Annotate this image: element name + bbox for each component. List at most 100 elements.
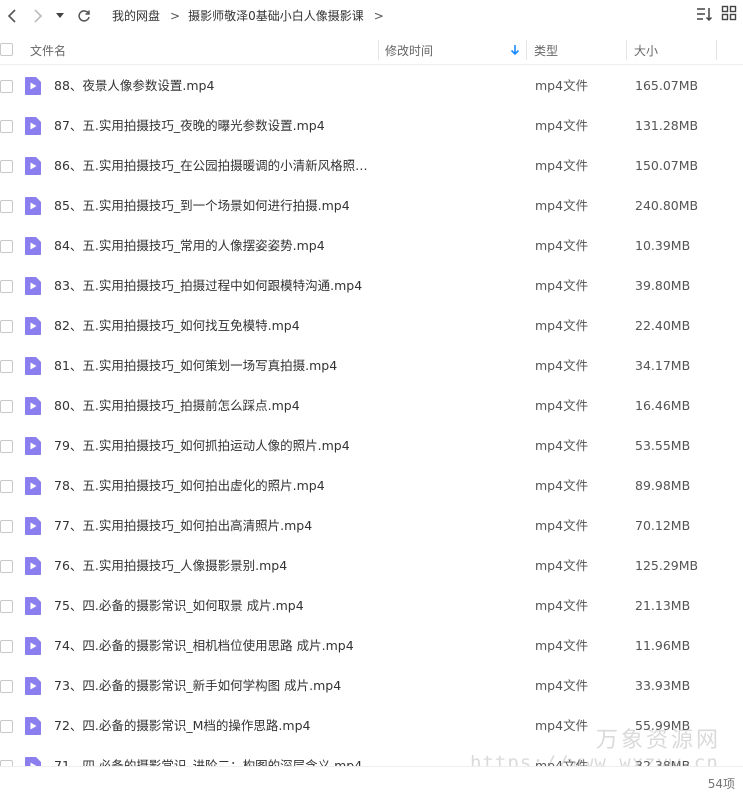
- file-row[interactable]: 87、五.实用拍摄技巧_夜晚的曝光参数设置.mp4 mp4文件 131.28MB: [0, 106, 743, 146]
- breadcrumb-item-current[interactable]: 摄影师敬泽0基础小白人像摄影课: [188, 7, 364, 24]
- row-checkbox[interactable]: [0, 280, 13, 293]
- row-checkbox[interactable]: [0, 640, 13, 653]
- file-row[interactable]: 74、四.必备的摄影常识_相机档位使用思路 成片.mp4 mp4文件 11.96MB: [0, 626, 743, 666]
- file-size: 165.07MB: [635, 78, 699, 93]
- chevron-left-icon: [7, 9, 16, 23]
- file-name[interactable]: 86、五.实用拍摄技巧_在公园拍摄暖调的小清新风格照片....: [54, 146, 374, 186]
- video-file-icon: [25, 717, 41, 735]
- file-name[interactable]: 83、五.实用拍摄技巧_拍摄过程中如何跟模特沟通.mp4: [54, 266, 374, 306]
- grid-view-button[interactable]: [721, 5, 737, 26]
- file-row[interactable]: 76、五.实用拍摄技巧_人像摄影景别.mp4 mp4文件 125.29MB: [0, 546, 743, 586]
- video-file-icon: [25, 77, 41, 95]
- row-checkbox[interactable]: [0, 80, 13, 93]
- row-checkbox[interactable]: [0, 440, 13, 453]
- file-row[interactable]: 77、五.实用拍摄技巧_如何拍出高清照片.mp4 mp4文件 70.12MB: [0, 506, 743, 546]
- row-checkbox[interactable]: [0, 160, 13, 173]
- file-type: mp4文件: [535, 718, 589, 733]
- file-row[interactable]: 78、五.实用拍摄技巧_如何拍出虚化的照片.mp4 mp4文件 89.98MB: [0, 466, 743, 506]
- video-file-icon: [25, 437, 41, 455]
- video-file-icon: [25, 357, 41, 375]
- row-checkbox[interactable]: [0, 120, 13, 133]
- video-file-icon: [25, 637, 41, 655]
- file-type: mp4文件: [535, 438, 589, 453]
- file-type: mp4文件: [535, 678, 589, 693]
- row-checkbox[interactable]: [0, 680, 13, 693]
- file-size: 53.55MB: [635, 438, 691, 453]
- file-name[interactable]: 76、五.实用拍摄技巧_人像摄影景别.mp4: [54, 546, 374, 586]
- video-file-icon: [25, 237, 41, 255]
- sort-order-button[interactable]: [695, 5, 713, 26]
- file-row[interactable]: 75、四.必备的摄影常识_如何取景 成片.mp4 mp4文件 21.13MB: [0, 586, 743, 626]
- video-file-icon: [25, 157, 41, 175]
- file-name[interactable]: 74、四.必备的摄影常识_相机档位使用思路 成片.mp4: [54, 626, 374, 666]
- file-row[interactable]: 86、五.实用拍摄技巧_在公园拍摄暖调的小清新风格照片.... mp4文件 150.…: [0, 146, 743, 186]
- file-row[interactable]: 82、五.实用拍摄技巧_如何找互免模特.mp4 mp4文件 22.40MB: [0, 306, 743, 346]
- history-dropdown-button[interactable]: [52, 4, 68, 28]
- row-checkbox[interactable]: [0, 360, 13, 373]
- file-row[interactable]: 79、五.实用拍摄技巧_如何抓拍运动人像的照片.mp4 mp4文件 53.55MB: [0, 426, 743, 466]
- video-file-icon: [25, 597, 41, 615]
- column-divider[interactable]: [626, 40, 627, 60]
- file-row[interactable]: 80、五.实用拍摄技巧_拍摄前怎么踩点.mp4 mp4文件 16.46MB: [0, 386, 743, 426]
- file-name[interactable]: 87、五.实用拍摄技巧_夜晚的曝光参数设置.mp4: [54, 106, 374, 146]
- file-type: mp4文件: [535, 158, 589, 173]
- file-name[interactable]: 72、四.必备的摄影常识_M档的操作思路.mp4: [54, 706, 374, 746]
- file-row[interactable]: 84、五.实用拍摄技巧_常用的人像摆姿姿势.mp4 mp4文件 10.39MB: [0, 226, 743, 266]
- column-header-name[interactable]: 文件名: [30, 35, 66, 65]
- file-size: 131.28MB: [635, 118, 699, 133]
- file-name[interactable]: 75、四.必备的摄影常识_如何取景 成片.mp4: [54, 586, 374, 626]
- file-row[interactable]: 81、五.实用拍摄技巧_如何策划一场写真拍摄.mp4 mp4文件 34.17MB: [0, 346, 743, 386]
- file-name[interactable]: 85、五.实用拍摄技巧_到一个场景如何进行拍摄.mp4: [54, 186, 374, 226]
- file-name[interactable]: 84、五.实用拍摄技巧_常用的人像摆姿姿势.mp4: [54, 226, 374, 266]
- select-all-checkbox[interactable]: [0, 43, 13, 56]
- file-name[interactable]: 80、五.实用拍摄技巧_拍摄前怎么踩点.mp4: [54, 386, 374, 426]
- grid-view-icon: [721, 5, 737, 21]
- back-button[interactable]: [0, 4, 24, 28]
- row-checkbox[interactable]: [0, 320, 13, 333]
- column-divider[interactable]: [378, 40, 379, 60]
- refresh-button[interactable]: [72, 4, 96, 28]
- file-name[interactable]: 71、四.必备的摄影常识_进阶二：构图的深层含义.mp4: [54, 746, 374, 766]
- file-row[interactable]: 73、四.必备的摄影常识_新手如何学构图 成片.mp4 mp4文件 33.93MB: [0, 666, 743, 706]
- file-type: mp4文件: [535, 198, 589, 213]
- chevron-right-icon: [34, 9, 43, 23]
- file-name[interactable]: 81、五.实用拍摄技巧_如何策划一场写真拍摄.mp4: [54, 346, 374, 386]
- file-size: 16.46MB: [635, 398, 691, 413]
- file-name[interactable]: 82、五.实用拍摄技巧_如何找互免模特.mp4: [54, 306, 374, 346]
- row-checkbox[interactable]: [0, 400, 13, 413]
- column-header-modified[interactable]: 修改时间: [385, 35, 433, 65]
- column-header-size[interactable]: 大小: [634, 35, 658, 65]
- row-checkbox[interactable]: [0, 600, 13, 613]
- row-checkbox[interactable]: [0, 240, 13, 253]
- file-name[interactable]: 88、夜景人像参数设置.mp4: [54, 66, 374, 106]
- sort-descending-icon[interactable]: [509, 44, 521, 56]
- file-type: mp4文件: [535, 358, 589, 373]
- row-checkbox[interactable]: [0, 720, 13, 733]
- breadcrumb-separator: >: [373, 8, 384, 23]
- file-name[interactable]: 79、五.实用拍摄技巧_如何抓拍运动人像的照片.mp4: [54, 426, 374, 466]
- row-checkbox[interactable]: [0, 480, 13, 493]
- file-type: mp4文件: [535, 278, 589, 293]
- row-checkbox[interactable]: [0, 520, 13, 533]
- breadcrumb-item-root[interactable]: 我的网盘: [112, 7, 160, 24]
- column-divider[interactable]: [716, 40, 717, 60]
- file-type: mp4文件: [535, 398, 589, 413]
- file-row[interactable]: 88、夜景人像参数设置.mp4 mp4文件 165.07MB: [0, 66, 743, 106]
- file-size: 33.93MB: [635, 678, 691, 693]
- forward-button[interactable]: [26, 4, 50, 28]
- file-type: mp4文件: [535, 558, 589, 573]
- file-row[interactable]: 83、五.实用拍摄技巧_拍摄过程中如何跟模特沟通.mp4 mp4文件 39.80MB: [0, 266, 743, 306]
- video-file-icon: [25, 477, 41, 495]
- file-size: 240.80MB: [635, 198, 699, 213]
- file-size: 70.12MB: [635, 518, 691, 533]
- file-type: mp4文件: [535, 478, 589, 493]
- file-name[interactable]: 73、四.必备的摄影常识_新手如何学构图 成片.mp4: [54, 666, 374, 706]
- file-type: mp4文件: [535, 638, 589, 653]
- file-name[interactable]: 78、五.实用拍摄技巧_如何拍出虚化的照片.mp4: [54, 466, 374, 506]
- column-header-type[interactable]: 类型: [534, 35, 558, 65]
- column-divider[interactable]: [526, 40, 527, 60]
- row-checkbox[interactable]: [0, 560, 13, 573]
- file-name[interactable]: 77、五.实用拍摄技巧_如何拍出高清照片.mp4: [54, 506, 374, 546]
- row-checkbox[interactable]: [0, 200, 13, 213]
- file-row[interactable]: 85、五.实用拍摄技巧_到一个场景如何进行拍摄.mp4 mp4文件 240.80MB: [0, 186, 743, 226]
